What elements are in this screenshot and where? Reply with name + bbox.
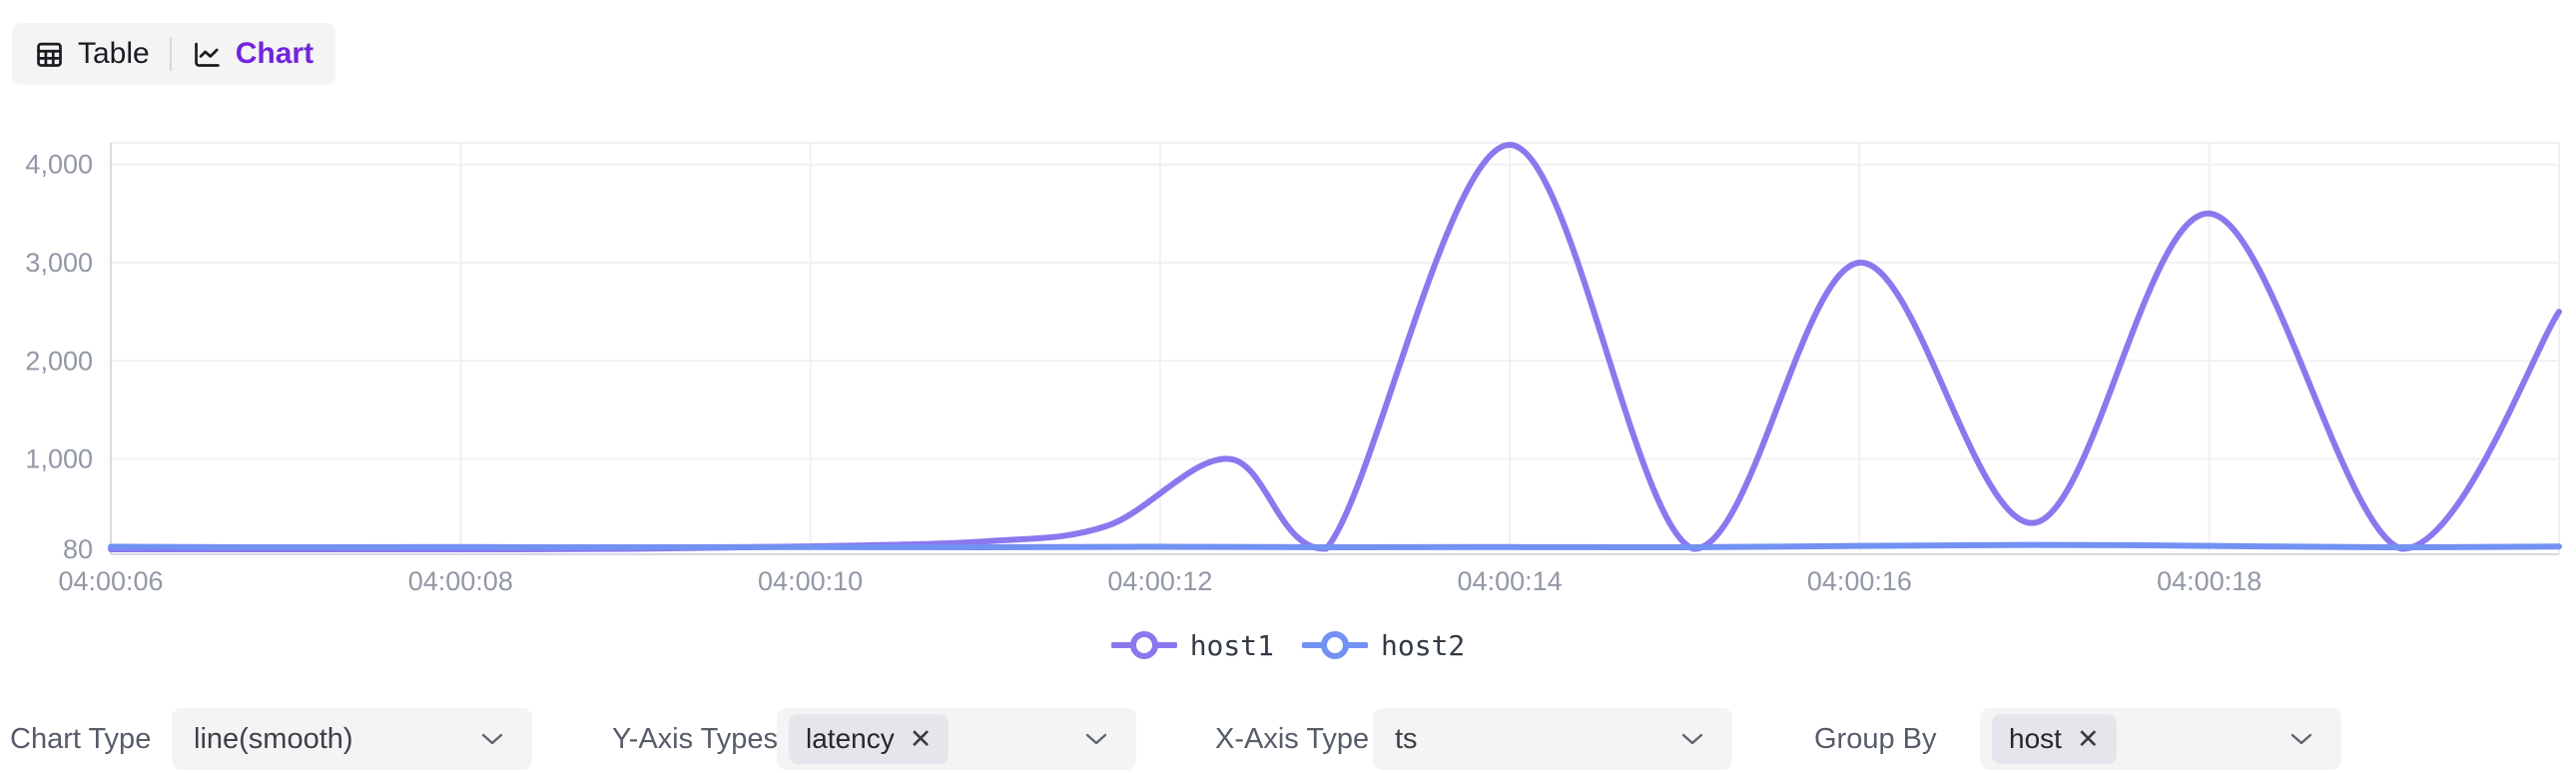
group-by-tag-text: host bbox=[2009, 723, 2062, 755]
group-by-label: Group By bbox=[1814, 710, 1937, 768]
remove-tag-icon[interactable]: ✕ bbox=[2077, 726, 2100, 753]
legend-item-host1[interactable]: host1 bbox=[1111, 628, 1274, 662]
x-axis-type-label: X-Axis Type bbox=[1215, 710, 1369, 768]
y-axis-tag-latency: latency ✕ bbox=[789, 714, 949, 764]
remove-tag-icon[interactable]: ✕ bbox=[910, 726, 933, 753]
chart-canvas[interactable]: 80 1,000 2,000 3,000 4,000 04:00:06 04:00:08 04… bbox=[0, 0, 2576, 619]
chart-type-value: line(smooth) bbox=[194, 723, 353, 756]
group-by-select[interactable]: host ✕ bbox=[1980, 708, 2341, 770]
y-axis-types-select[interactable]: latency ✕ bbox=[777, 708, 1136, 770]
y-axis-tick-label: 3,000 bbox=[25, 248, 93, 278]
group-by-tag-host: host ✕ bbox=[1992, 714, 2117, 764]
y-axis-tick-label: 4,000 bbox=[25, 150, 93, 180]
legend-label: host2 bbox=[1381, 629, 1465, 662]
x-axis-tick-label: 04:00:12 bbox=[1107, 566, 1212, 596]
chevron-down-icon bbox=[1084, 732, 1108, 746]
y-axis-tick-label: 1,000 bbox=[25, 444, 93, 474]
chart-type-select[interactable]: line(smooth) bbox=[172, 708, 532, 770]
series-line-host2[interactable] bbox=[111, 545, 2559, 547]
chart-legend: host1 host2 bbox=[0, 628, 2576, 662]
chevron-down-icon bbox=[480, 732, 504, 746]
chevron-down-icon bbox=[2289, 732, 2313, 746]
y-axis-tag-text: latency bbox=[806, 723, 895, 755]
x-axis-tick-label: 04:00:10 bbox=[758, 566, 863, 596]
x-axis-tick-label: 04:00:18 bbox=[2157, 566, 2261, 596]
legend-item-host2[interactable]: host2 bbox=[1302, 628, 1465, 662]
x-axis-tick-label: 04:00:16 bbox=[1807, 566, 1912, 596]
legend-marker-icon bbox=[1111, 628, 1177, 662]
x-axis-tick-label: 04:00:14 bbox=[1458, 566, 1563, 596]
data-explorer-view: Table Chart 801,0002,0003,0004,00004:00:… bbox=[0, 0, 2576, 773]
x-axis-type-value: ts bbox=[1395, 723, 1418, 756]
x-axis-type-select[interactable]: ts bbox=[1373, 708, 1732, 770]
series-line-host1[interactable] bbox=[111, 145, 2559, 549]
x-axis-tick-label: 04:00:06 bbox=[58, 566, 163, 596]
chart-type-label: Chart Type bbox=[10, 710, 151, 768]
chevron-down-icon bbox=[1680, 732, 1704, 746]
y-axis-tick-label: 80 bbox=[63, 534, 93, 564]
y-axis-types-label: Y-Axis Types bbox=[612, 710, 778, 768]
y-axis-tick-label: 2,000 bbox=[25, 346, 93, 376]
legend-marker-icon bbox=[1302, 628, 1368, 662]
x-axis-tick-label: 04:00:08 bbox=[408, 566, 513, 596]
legend-label: host1 bbox=[1190, 629, 1274, 662]
